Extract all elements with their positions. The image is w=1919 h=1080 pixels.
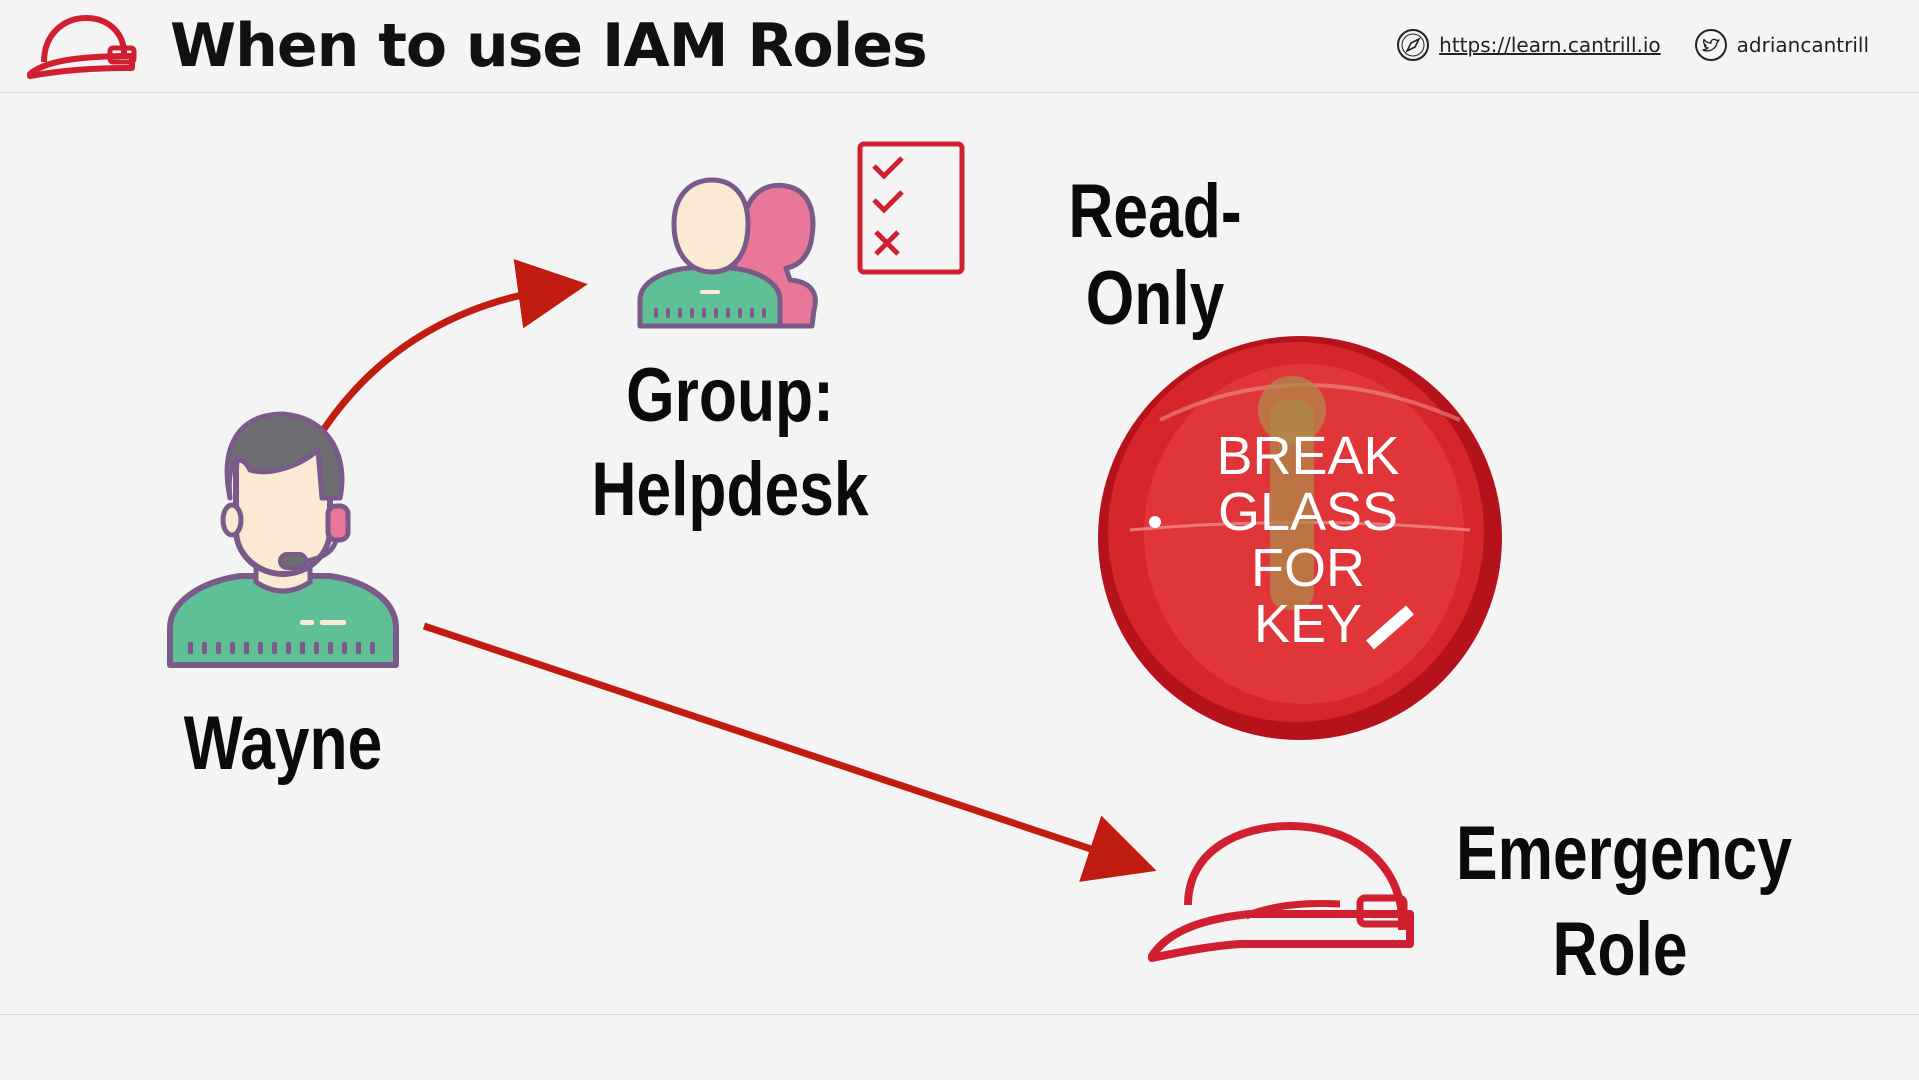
footer-divider: [0, 1014, 1919, 1015]
break-glass-text-line-2: GLASS: [1218, 482, 1398, 542]
group-label-line-1: Group:: [626, 353, 834, 438]
policy-label: Read-Only: [1068, 169, 1242, 341]
role-label-line-2: Role: [1552, 907, 1688, 992]
arrow-to-group: [315, 259, 588, 440]
role-label-line-1: Emergency: [1456, 811, 1793, 896]
user-group-icon: [637, 177, 818, 329]
role-hardhat-icon: [1148, 821, 1414, 962]
break-glass-text-line-3: FOR: [1251, 538, 1365, 598]
helpdesk-user-icon: [167, 411, 399, 668]
checklist-icon: [857, 141, 965, 275]
break-glass-text-line-4: KEY: [1254, 594, 1362, 654]
group-label-line-2: Helpdesk: [591, 447, 869, 532]
arrow-to-role: [422, 622, 1157, 882]
user-label: Wayne: [183, 701, 383, 786]
break-glass-box: BREAK GLASS FOR KEY: [1098, 336, 1502, 740]
break-glass-text-line-1: BREAK: [1216, 426, 1399, 486]
